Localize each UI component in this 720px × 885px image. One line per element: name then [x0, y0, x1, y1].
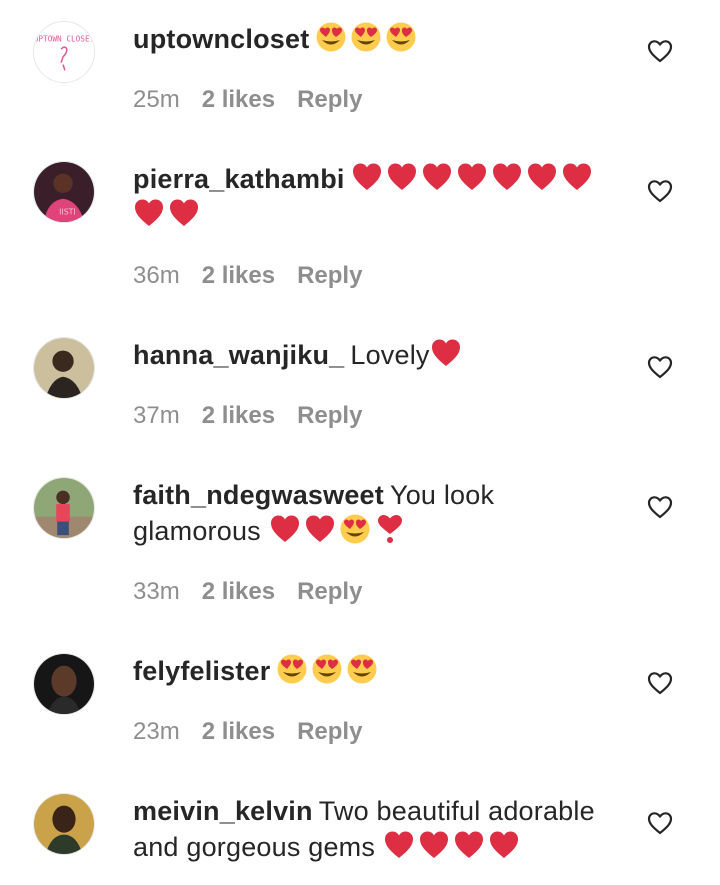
- comment-text: meivin_kelvin Two beautiful adorable and …: [133, 793, 613, 865]
- comment-time: 25m: [133, 86, 180, 113]
- red-heart-emoji-icon: [456, 161, 488, 193]
- comment-text: faith_ndegwasweet You look glamorous: [133, 477, 613, 549]
- red-heart-emoji-icon: [561, 161, 593, 193]
- comment-username[interactable]: meivin_kelvin: [133, 796, 313, 826]
- red-heart-emoji-icon: [488, 829, 520, 861]
- heart-outline-icon: [647, 356, 673, 379]
- heart-eyes-emoji-icon: [315, 21, 347, 53]
- like-heart-icon[interactable]: [646, 37, 674, 65]
- heart-eyes-emoji-icon: [339, 513, 371, 545]
- red-heart-emoji-icon: [304, 513, 336, 545]
- comment-text: uptowncloset: [133, 21, 613, 57]
- avatar-logo-text: UPTOWN CLOSET: [34, 34, 94, 43]
- reply-button[interactable]: Reply: [297, 578, 362, 605]
- avatar[interactable]: [33, 477, 95, 539]
- emoji-row: [430, 337, 465, 370]
- comment-likes[interactable]: 2 likes: [202, 578, 275, 605]
- comment-username[interactable]: uptowncloset: [133, 24, 309, 54]
- like-heart-icon[interactable]: [646, 809, 674, 837]
- reply-button[interactable]: Reply: [297, 262, 362, 289]
- red-heart-emoji-icon: [386, 161, 418, 193]
- exclamation-heart-emoji-icon: [374, 513, 406, 545]
- red-heart-emoji-icon: [421, 161, 453, 193]
- reply-button[interactable]: Reply: [297, 402, 362, 429]
- heart-eyes-emoji-icon: [385, 21, 417, 53]
- comment-username[interactable]: faith_ndegwasweet: [133, 480, 384, 510]
- like-heart-icon[interactable]: [646, 353, 674, 381]
- like-heart-icon[interactable]: [646, 669, 674, 697]
- comment-likes[interactable]: 2 likes: [202, 86, 275, 113]
- comment-meta: 25m 2 likes Reply: [133, 86, 384, 114]
- comment-meta: 23m 2 likes Reply: [133, 718, 384, 746]
- reply-button[interactable]: Reply: [297, 718, 362, 745]
- comment-time: 36m: [133, 262, 180, 289]
- emoji-row: [315, 21, 420, 54]
- heart-outline-icon: [647, 812, 673, 835]
- red-heart-emoji-icon: [168, 197, 200, 229]
- like-heart-icon[interactable]: [646, 493, 674, 521]
- reply-button[interactable]: Reply: [297, 86, 362, 113]
- comment-time: 37m: [133, 402, 180, 429]
- red-heart-emoji-icon: [453, 829, 485, 861]
- comment-meta: 37m 2 likes Reply: [133, 402, 384, 430]
- comment-text: hanna_wanjiku_ Lovely: [133, 337, 613, 373]
- emoji-row: [269, 513, 409, 546]
- comment-time: 33m: [133, 578, 180, 605]
- emoji-row: [276, 653, 381, 686]
- avatar[interactable]: [33, 793, 95, 855]
- avatar[interactable]: UPTOWN CLOSET: [33, 21, 95, 83]
- red-heart-emoji-icon: [133, 197, 165, 229]
- red-heart-emoji-icon: [526, 161, 558, 193]
- heart-outline-icon: [647, 180, 673, 203]
- heart-outline-icon: [647, 496, 673, 519]
- comment-text: pierra_kathambi: [133, 161, 613, 233]
- emoji-row: [383, 829, 523, 862]
- comment-username[interactable]: pierra_kathambi: [133, 164, 345, 194]
- red-heart-emoji-icon: [491, 161, 523, 193]
- heart-eyes-emoji-icon: [276, 653, 308, 685]
- red-heart-emoji-icon: [383, 829, 415, 861]
- red-heart-emoji-icon: [430, 337, 462, 369]
- comment-likes[interactable]: 2 likes: [202, 718, 275, 745]
- heart-outline-icon: [647, 40, 673, 63]
- comment-username[interactable]: felyfelister: [133, 656, 270, 686]
- heart-eyes-emoji-icon: [350, 21, 382, 53]
- heart-outline-icon: [647, 672, 673, 695]
- red-heart-emoji-icon: [351, 161, 383, 193]
- svg-text:IISTI: IISTI: [59, 207, 75, 216]
- avatar[interactable]: [33, 653, 95, 715]
- comment-username[interactable]: hanna_wanjiku_: [133, 340, 344, 370]
- comment-text: felyfelister: [133, 653, 613, 689]
- comment-likes[interactable]: 2 likes: [202, 262, 275, 289]
- red-heart-emoji-icon: [269, 513, 301, 545]
- comment-time: 23m: [133, 718, 180, 745]
- comment-meta: 36m 2 likes Reply: [133, 262, 384, 290]
- comment-body: Lovely: [350, 340, 430, 370]
- red-heart-emoji-icon: [418, 829, 450, 861]
- like-heart-icon[interactable]: [646, 177, 674, 205]
- heart-eyes-emoji-icon: [311, 653, 343, 685]
- avatar[interactable]: IISTI: [33, 161, 95, 223]
- comment-likes[interactable]: 2 likes: [202, 402, 275, 429]
- avatar[interactable]: [33, 337, 95, 399]
- comment-meta: 33m 2 likes Reply: [133, 578, 384, 606]
- heart-eyes-emoji-icon: [346, 653, 378, 685]
